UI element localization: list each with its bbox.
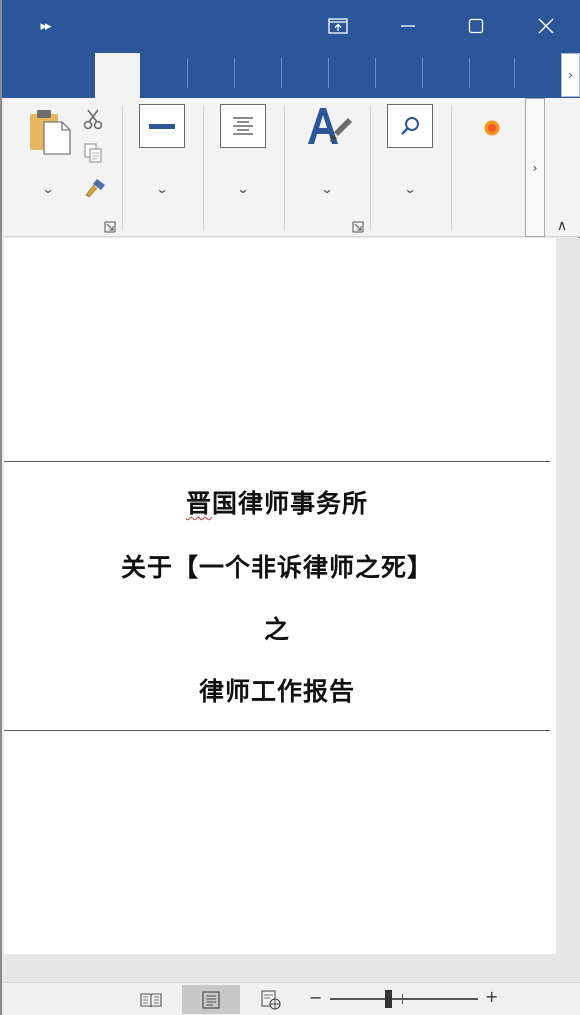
close-button[interactable] bbox=[528, 8, 564, 44]
copy-icon bbox=[84, 143, 102, 163]
font-dropdown-chevron-icon[interactable]: ⌄ bbox=[155, 182, 168, 196]
read-mode-button[interactable] bbox=[136, 985, 166, 1014]
chevron-up-icon: ∧ bbox=[556, 218, 568, 234]
group-separator bbox=[370, 106, 371, 230]
ribbon-tab-strip: › bbox=[2, 52, 580, 98]
paste-dropdown-chevron-icon[interactable]: ⌄ bbox=[41, 182, 54, 196]
format-painter-button[interactable] bbox=[82, 176, 108, 204]
document-page[interactable]: 晋国律师事务所 关于【一个非诉律师之死】 之 律师工作报告 bbox=[4, 238, 556, 954]
group-separator bbox=[203, 106, 204, 230]
collapse-ribbon-button[interactable]: ∧ bbox=[551, 216, 573, 236]
title-bar: ▸▸ bbox=[2, 0, 580, 52]
chevron-right-icon: › bbox=[568, 68, 573, 82]
ribbon-display-options-button[interactable] bbox=[320, 8, 356, 44]
copy-button[interactable] bbox=[82, 142, 104, 168]
ribbon: ⌄ ⌄ ⌄ ⌄ ⌄ › ∧ bbox=[4, 98, 580, 237]
zoom-slider-thumb[interactable] bbox=[385, 990, 392, 1008]
minimize-button[interactable] bbox=[390, 8, 426, 44]
tab-separator bbox=[375, 58, 376, 88]
cut-button[interactable] bbox=[82, 108, 104, 134]
maximize-icon bbox=[468, 18, 484, 34]
spelling-error-word[interactable]: 晋 bbox=[186, 489, 212, 518]
web-layout-button[interactable] bbox=[256, 985, 286, 1014]
paragraph-group-button[interactable] bbox=[220, 104, 266, 148]
zoom-out-button[interactable]: − bbox=[309, 988, 322, 1007]
dialog-launcher-icon bbox=[352, 221, 364, 233]
zoom-slider-track[interactable] bbox=[330, 998, 478, 1000]
print-layout-icon bbox=[202, 990, 220, 1009]
align-center-icon bbox=[233, 117, 253, 135]
document-line-firm[interactable]: 晋国律师事务所 bbox=[4, 484, 550, 520]
styles-dropdown-chevron-icon[interactable]: ⌄ bbox=[320, 182, 333, 196]
close-icon bbox=[538, 18, 554, 34]
read-mode-icon bbox=[140, 992, 162, 1007]
clipboard-dialog-launcher[interactable] bbox=[104, 218, 116, 233]
ribbon-display-icon bbox=[328, 18, 348, 34]
find-button[interactable] bbox=[387, 104, 433, 148]
footer-rule bbox=[4, 730, 550, 731]
document-line-report-title[interactable]: 律师工作报告 bbox=[4, 672, 550, 708]
tab-scroll-right-button[interactable]: › bbox=[561, 53, 580, 97]
dialog-launcher-icon bbox=[104, 221, 116, 233]
tab-separator bbox=[422, 58, 423, 88]
group-separator bbox=[451, 106, 452, 230]
styles-icon bbox=[308, 108, 352, 144]
web-layout-icon bbox=[261, 989, 281, 1010]
tab-separator bbox=[281, 58, 282, 88]
maximize-button[interactable] bbox=[458, 8, 494, 44]
font-group-button[interactable] bbox=[139, 104, 185, 148]
quick-access-expand-button[interactable]: ▸▸ bbox=[30, 8, 60, 44]
paste-button[interactable] bbox=[28, 108, 74, 160]
paragraph-dropdown-chevron-icon[interactable]: ⌄ bbox=[236, 182, 249, 196]
record-button[interactable] bbox=[483, 119, 501, 141]
styles-button[interactable] bbox=[304, 104, 354, 154]
document-area[interactable]: 晋国律师事务所 关于【一个非诉律师之死】 之 律师工作报告 bbox=[4, 238, 580, 982]
zoom-slider-center-tick bbox=[402, 994, 403, 1004]
group-separator bbox=[122, 106, 123, 230]
minimize-icon bbox=[401, 25, 415, 27]
format-painter-icon bbox=[85, 179, 105, 198]
zoom-in-button[interactable]: + bbox=[485, 987, 498, 1006]
editing-dropdown-chevron-icon[interactable]: ⌄ bbox=[403, 182, 416, 196]
tab-separator bbox=[328, 58, 329, 88]
tab-separator bbox=[469, 58, 470, 88]
styles-dialog-launcher[interactable] bbox=[352, 218, 364, 233]
tab-separator bbox=[514, 58, 515, 88]
tab-home[interactable] bbox=[95, 53, 140, 98]
paste-icon bbox=[30, 110, 71, 155]
group-separator bbox=[284, 106, 285, 230]
tab-separator bbox=[187, 58, 188, 88]
tab-separator bbox=[234, 58, 235, 88]
font-underline-box-icon bbox=[149, 124, 175, 129]
record-icon bbox=[484, 120, 500, 136]
document-line-subject[interactable]: 关于【一个非诉律师之死】 bbox=[4, 548, 550, 584]
double-chevron-icon: ▸▸ bbox=[40, 18, 51, 34]
word-window: ▸▸ › ⌄ ⌄ ⌄ ⌄ ⌄ › ∧ 晋国律师事务所 关于【一个非诉律师之死】 … bbox=[0, 0, 580, 1015]
chevron-right-icon: › bbox=[532, 160, 538, 175]
print-layout-button[interactable] bbox=[182, 985, 240, 1014]
cut-icon bbox=[83, 109, 103, 130]
ribbon-scroll-right-button[interactable]: › bbox=[525, 98, 545, 237]
header-rule bbox=[4, 461, 550, 462]
find-icon bbox=[401, 117, 419, 135]
document-line-connector[interactable]: 之 bbox=[4, 610, 550, 646]
status-bar: − + bbox=[4, 982, 580, 1015]
firm-name-text: 国律师事务所 bbox=[212, 489, 369, 518]
